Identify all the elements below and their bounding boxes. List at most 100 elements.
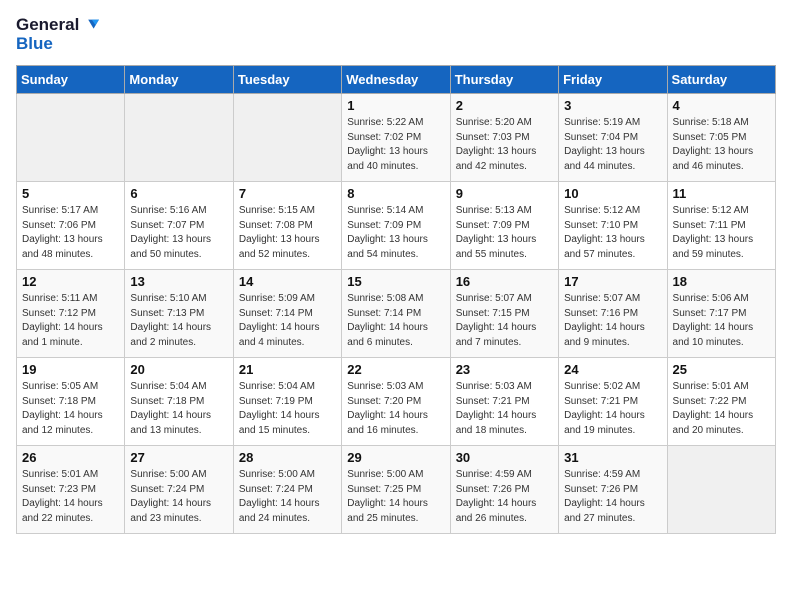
day-info: Sunrise: 5:06 AMSunset: 7:17 PMDaylight:…	[673, 292, 770, 350]
day-info: Sunrise: 5:04 AMSunset: 7:19 PMDaylight:…	[239, 380, 336, 438]
day-number: 6	[130, 186, 227, 201]
day-number: 4	[673, 98, 770, 113]
day-number: 19	[22, 362, 119, 377]
day-number: 16	[456, 274, 553, 289]
day-info: Sunrise: 5:00 AMSunset: 7:25 PMDaylight:…	[347, 468, 444, 526]
day-number: 5	[22, 186, 119, 201]
calendar-week-row: 26 Sunrise: 5:01 AMSunset: 7:23 PMDayligh…	[17, 446, 776, 534]
calendar-cell: 30Sunrise: 4:59 AMSunset: 7:26 PMDayligh…	[450, 446, 558, 534]
day-number: 27	[130, 450, 227, 465]
calendar-cell: 8 Sunrise: 5:14 AMSunset: 7:09 PMDaylight…	[342, 182, 450, 270]
calendar-week-row: 19Sunrise: 5:05 AMSunset: 7:18 PMDayligh…	[17, 358, 776, 446]
day-info: Sunrise: 5:12 AMSunset: 7:10 PMDaylight:…	[564, 204, 661, 262]
page-header: General Blue	[16, 16, 776, 53]
logo-text: General Blue	[16, 16, 99, 53]
calendar-cell: 28 Sunrise: 5:00 AMSunset: 7:24 PMDayligh…	[233, 446, 341, 534]
calendar-cell: 2 Sunrise: 5:20 AMSunset: 7:03 PMDaylight…	[450, 94, 558, 182]
day-number: 25	[673, 362, 770, 377]
day-number: 23	[456, 362, 553, 377]
day-info: Sunrise: 5:03 AMSunset: 7:20 PMDaylight:…	[347, 380, 444, 438]
day-number: 20	[130, 362, 227, 377]
day-number: 28	[239, 450, 336, 465]
calendar-cell: 20 Sunrise: 5:04 AMSunset: 7:18 PMDayligh…	[125, 358, 233, 446]
day-info: Sunrise: 5:19 AMSunset: 7:04 PMDaylight:…	[564, 116, 661, 174]
weekday-header: Wednesday	[342, 66, 450, 94]
weekday-header: Thursday	[450, 66, 558, 94]
calendar-cell	[17, 94, 125, 182]
calendar-week-row: 1 Sunrise: 5:22 AMSunset: 7:02 PMDaylight…	[17, 94, 776, 182]
calendar-cell: 11 Sunrise: 5:12 AMSunset: 7:11 PMDayligh…	[667, 182, 775, 270]
day-number: 24	[564, 362, 661, 377]
day-info: Sunrise: 5:11 AMSunset: 7:12 PMDaylight:…	[22, 292, 119, 350]
day-number: 7	[239, 186, 336, 201]
day-number: 31	[564, 450, 661, 465]
calendar-cell: 27 Sunrise: 5:00 AMSunset: 7:24 PMDayligh…	[125, 446, 233, 534]
day-info: Sunrise: 5:18 AMSunset: 7:05 PMDaylight:…	[673, 116, 770, 174]
day-info: Sunrise: 5:09 AMSunset: 7:14 PMDaylight:…	[239, 292, 336, 350]
calendar-cell: 19Sunrise: 5:05 AMSunset: 7:18 PMDayligh…	[17, 358, 125, 446]
calendar-cell: 24 Sunrise: 5:02 AMSunset: 7:21 PMDayligh…	[559, 358, 667, 446]
day-number: 1	[347, 98, 444, 113]
weekday-header: Tuesday	[233, 66, 341, 94]
weekday-header: Monday	[125, 66, 233, 94]
day-info: Sunrise: 5:00 AMSunset: 7:24 PMDaylight:…	[239, 468, 336, 526]
calendar-cell: 4 Sunrise: 5:18 AMSunset: 7:05 PMDaylight…	[667, 94, 775, 182]
day-number: 12	[22, 274, 119, 289]
calendar-cell: 13Sunrise: 5:10 AMSunset: 7:13 PMDayligh…	[125, 270, 233, 358]
calendar-cell: 21 Sunrise: 5:04 AMSunset: 7:19 PMDayligh…	[233, 358, 341, 446]
calendar-cell	[125, 94, 233, 182]
calendar-cell: 12 Sunrise: 5:11 AMSunset: 7:12 PMDayligh…	[17, 270, 125, 358]
calendar-cell: 15 Sunrise: 5:08 AMSunset: 7:14 PMDayligh…	[342, 270, 450, 358]
calendar-cell	[233, 94, 341, 182]
calendar-cell: 7Sunrise: 5:15 AMSunset: 7:08 PMDaylight…	[233, 182, 341, 270]
day-info: Sunrise: 5:01 AMSunset: 7:23 PMDaylight:…	[22, 468, 119, 526]
day-info: Sunrise: 5:00 AMSunset: 7:24 PMDaylight:…	[130, 468, 227, 526]
calendar-cell: 9 Sunrise: 5:13 AMSunset: 7:09 PMDaylight…	[450, 182, 558, 270]
weekday-header: Friday	[559, 66, 667, 94]
calendar-week-row: 12 Sunrise: 5:11 AMSunset: 7:12 PMDayligh…	[17, 270, 776, 358]
day-info: Sunrise: 5:14 AMSunset: 7:09 PMDaylight:…	[347, 204, 444, 262]
day-info: Sunrise: 5:01 AMSunset: 7:22 PMDaylight:…	[673, 380, 770, 438]
calendar-cell: 10Sunrise: 5:12 AMSunset: 7:10 PMDayligh…	[559, 182, 667, 270]
day-number: 2	[456, 98, 553, 113]
day-info: Sunrise: 5:12 AMSunset: 7:11 PMDaylight:…	[673, 204, 770, 262]
day-info: Sunrise: 5:17 AMSunset: 7:06 PMDaylight:…	[22, 204, 119, 262]
day-number: 21	[239, 362, 336, 377]
calendar-cell: 26 Sunrise: 5:01 AMSunset: 7:23 PMDayligh…	[17, 446, 125, 534]
calendar-week-row: 5 Sunrise: 5:17 AMSunset: 7:06 PMDaylight…	[17, 182, 776, 270]
calendar-cell: 22Sunrise: 5:03 AMSunset: 7:20 PMDayligh…	[342, 358, 450, 446]
weekday-header-row: SundayMondayTuesdayWednesdayThursdayFrid…	[17, 66, 776, 94]
weekday-header: Sunday	[17, 66, 125, 94]
day-number: 29	[347, 450, 444, 465]
calendar-cell: 6 Sunrise: 5:16 AMSunset: 7:07 PMDaylight…	[125, 182, 233, 270]
calendar-cell: 25 Sunrise: 5:01 AMSunset: 7:22 PMDayligh…	[667, 358, 775, 446]
day-number: 15	[347, 274, 444, 289]
calendar-cell: 14Sunrise: 5:09 AMSunset: 7:14 PMDayligh…	[233, 270, 341, 358]
day-info: Sunrise: 5:03 AMSunset: 7:21 PMDaylight:…	[456, 380, 553, 438]
day-number: 8	[347, 186, 444, 201]
day-info: Sunrise: 5:13 AMSunset: 7:09 PMDaylight:…	[456, 204, 553, 262]
day-info: Sunrise: 5:20 AMSunset: 7:03 PMDaylight:…	[456, 116, 553, 174]
calendar-cell: 29 Sunrise: 5:00 AMSunset: 7:25 PMDayligh…	[342, 446, 450, 534]
calendar-cell: 1 Sunrise: 5:22 AMSunset: 7:02 PMDaylight…	[342, 94, 450, 182]
logo-bird-icon	[81, 16, 99, 34]
day-number: 26	[22, 450, 119, 465]
calendar-cell	[667, 446, 775, 534]
calendar-cell: 18Sunrise: 5:06 AMSunset: 7:17 PMDayligh…	[667, 270, 775, 358]
day-info: Sunrise: 4:59 AMSunset: 7:26 PMDaylight:…	[456, 468, 553, 526]
day-info: Sunrise: 5:16 AMSunset: 7:07 PMDaylight:…	[130, 204, 227, 262]
day-info: Sunrise: 5:07 AMSunset: 7:15 PMDaylight:…	[456, 292, 553, 350]
day-info: Sunrise: 5:08 AMSunset: 7:14 PMDaylight:…	[347, 292, 444, 350]
day-number: 3	[564, 98, 661, 113]
day-number: 17	[564, 274, 661, 289]
calendar-cell: 17Sunrise: 5:07 AMSunset: 7:16 PMDayligh…	[559, 270, 667, 358]
day-number: 9	[456, 186, 553, 201]
calendar-cell: 5 Sunrise: 5:17 AMSunset: 7:06 PMDaylight…	[17, 182, 125, 270]
day-info: Sunrise: 5:02 AMSunset: 7:21 PMDaylight:…	[564, 380, 661, 438]
calendar-cell: 3 Sunrise: 5:19 AMSunset: 7:04 PMDaylight…	[559, 94, 667, 182]
calendar-cell: 16 Sunrise: 5:07 AMSunset: 7:15 PMDayligh…	[450, 270, 558, 358]
day-info: Sunrise: 5:22 AMSunset: 7:02 PMDaylight:…	[347, 116, 444, 174]
logo-blue: Blue	[16, 35, 99, 54]
day-number: 11	[673, 186, 770, 201]
day-info: Sunrise: 5:04 AMSunset: 7:18 PMDaylight:…	[130, 380, 227, 438]
